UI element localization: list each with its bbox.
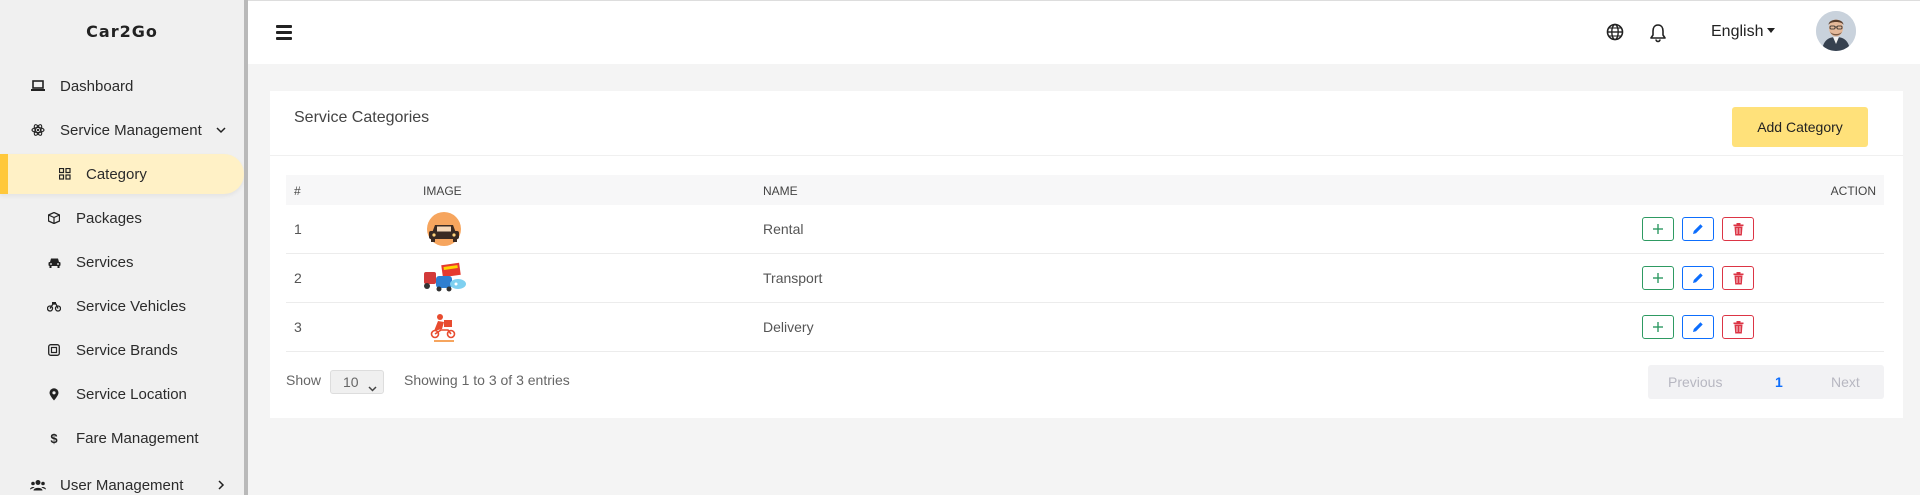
table-row: 2 Transport (286, 254, 1884, 303)
page-1-button[interactable]: 1 (1775, 374, 1783, 390)
sidebar-item-user-management[interactable]: User Management (0, 465, 244, 495)
edit-pencil-icon[interactable] (1682, 266, 1714, 290)
sidebar-item-label: Fare Management (76, 429, 199, 447)
column-header-action[interactable]: ACTION (1831, 184, 1876, 198)
sidebar-item-service-brands[interactable]: Service Brands (0, 330, 244, 370)
next-page-button[interactable]: Next (1831, 374, 1860, 390)
category-name: Transport (763, 270, 823, 286)
dollar-icon: $ (50, 430, 58, 446)
service-categories-card: Service Categories Add Category # IMAGE … (270, 91, 1903, 418)
language-dropdown[interactable]: English (1711, 23, 1776, 41)
sidebar-scrollbar[interactable] (244, 0, 248, 495)
row-number: 2 (294, 270, 302, 286)
sidebar: Car2Go Dashboard Service Management Cate… (0, 0, 247, 495)
chevron-right-icon (214, 478, 228, 492)
sidebar-item-label: Packages (76, 209, 142, 227)
sidebar-item-label: Service Vehicles (76, 297, 187, 315)
laptop-icon (30, 78, 46, 94)
sidebar-item-label: Services (76, 253, 134, 271)
column-header-image[interactable]: IMAGE (423, 184, 462, 198)
show-label: Show (286, 372, 322, 388)
sidebar-item-packages[interactable]: Packages (0, 198, 244, 238)
table-row: 1 Rental (286, 205, 1884, 254)
entries-info: Showing 1 to 3 of 3 entries (404, 372, 570, 388)
edit-pencil-icon[interactable] (1682, 217, 1714, 241)
users-icon (30, 477, 46, 493)
sidebar-item-label: Dashboard (60, 77, 134, 95)
sidebar-item-label: Service Management (60, 121, 202, 139)
add-category-button[interactable]: Add Category (1732, 107, 1868, 147)
add-icon[interactable] (1642, 217, 1674, 241)
chevron-down-icon (368, 377, 377, 392)
delivery-thumbnail (420, 309, 468, 345)
delete-trash-icon[interactable] (1722, 266, 1754, 290)
sidebar-item-label: Service Location (76, 385, 187, 403)
sidebar-item-service-management[interactable]: Service Management (0, 110, 244, 150)
sidebar-item-label: Category (86, 165, 147, 183)
previous-page-button[interactable]: Previous (1668, 374, 1722, 390)
box-icon (46, 210, 62, 226)
table-row: 3 Delivery (286, 303, 1884, 352)
page-title: Service Categories (294, 109, 430, 126)
sidebar-item-dashboard[interactable]: Dashboard (0, 66, 244, 106)
caret-down-icon (1767, 28, 1776, 33)
delete-trash-icon[interactable] (1722, 217, 1754, 241)
topbar: English (248, 0, 1920, 64)
add-icon[interactable] (1642, 315, 1674, 339)
row-number: 3 (294, 319, 302, 335)
category-name: Rental (763, 221, 804, 237)
brand-logo-text[interactable]: Car2Go (0, 22, 244, 41)
row-number: 1 (294, 221, 302, 237)
sidebar-item-service-location[interactable]: Service Location (0, 374, 244, 414)
sidebar-item-category[interactable]: Category (0, 154, 244, 194)
category-name: Delivery (763, 319, 814, 335)
avatar[interactable] (1816, 11, 1856, 51)
page-size-select[interactable]: 10 (330, 370, 384, 394)
car-icon (46, 254, 62, 270)
table-header: # IMAGE NAME ACTION (286, 175, 1884, 205)
hamburger-menu-icon[interactable] (276, 25, 292, 40)
sidebar-item-label: Service Brands (76, 341, 178, 359)
page-size-value: 10 (343, 374, 359, 390)
language-label: English (1711, 23, 1764, 40)
add-icon[interactable] (1642, 266, 1674, 290)
sidebar-item-fare-management[interactable]: $ Fare Management (0, 418, 244, 458)
location-pin-icon (46, 386, 62, 402)
grid-icon (57, 166, 73, 182)
delete-trash-icon[interactable] (1722, 315, 1754, 339)
chevron-down-icon (214, 123, 228, 137)
atom-icon (30, 122, 46, 138)
column-header-number[interactable]: # (294, 184, 301, 198)
column-header-name[interactable]: NAME (763, 184, 798, 198)
rental-car-thumbnail (420, 211, 468, 247)
motorcycle-icon (46, 298, 62, 314)
card-divider (270, 155, 1903, 156)
transport-thumbnail (420, 260, 468, 296)
bell-icon[interactable] (1649, 23, 1669, 43)
sidebar-item-service-vehicles[interactable]: Service Vehicles (0, 286, 244, 326)
edit-pencil-icon[interactable] (1682, 315, 1714, 339)
globe-icon[interactable] (1606, 23, 1626, 43)
sidebar-item-label: User Management (60, 476, 184, 494)
brand-icon (46, 342, 62, 358)
pagination: Previous 1 Next (1648, 365, 1884, 399)
sidebar-item-services[interactable]: Services (0, 242, 244, 282)
